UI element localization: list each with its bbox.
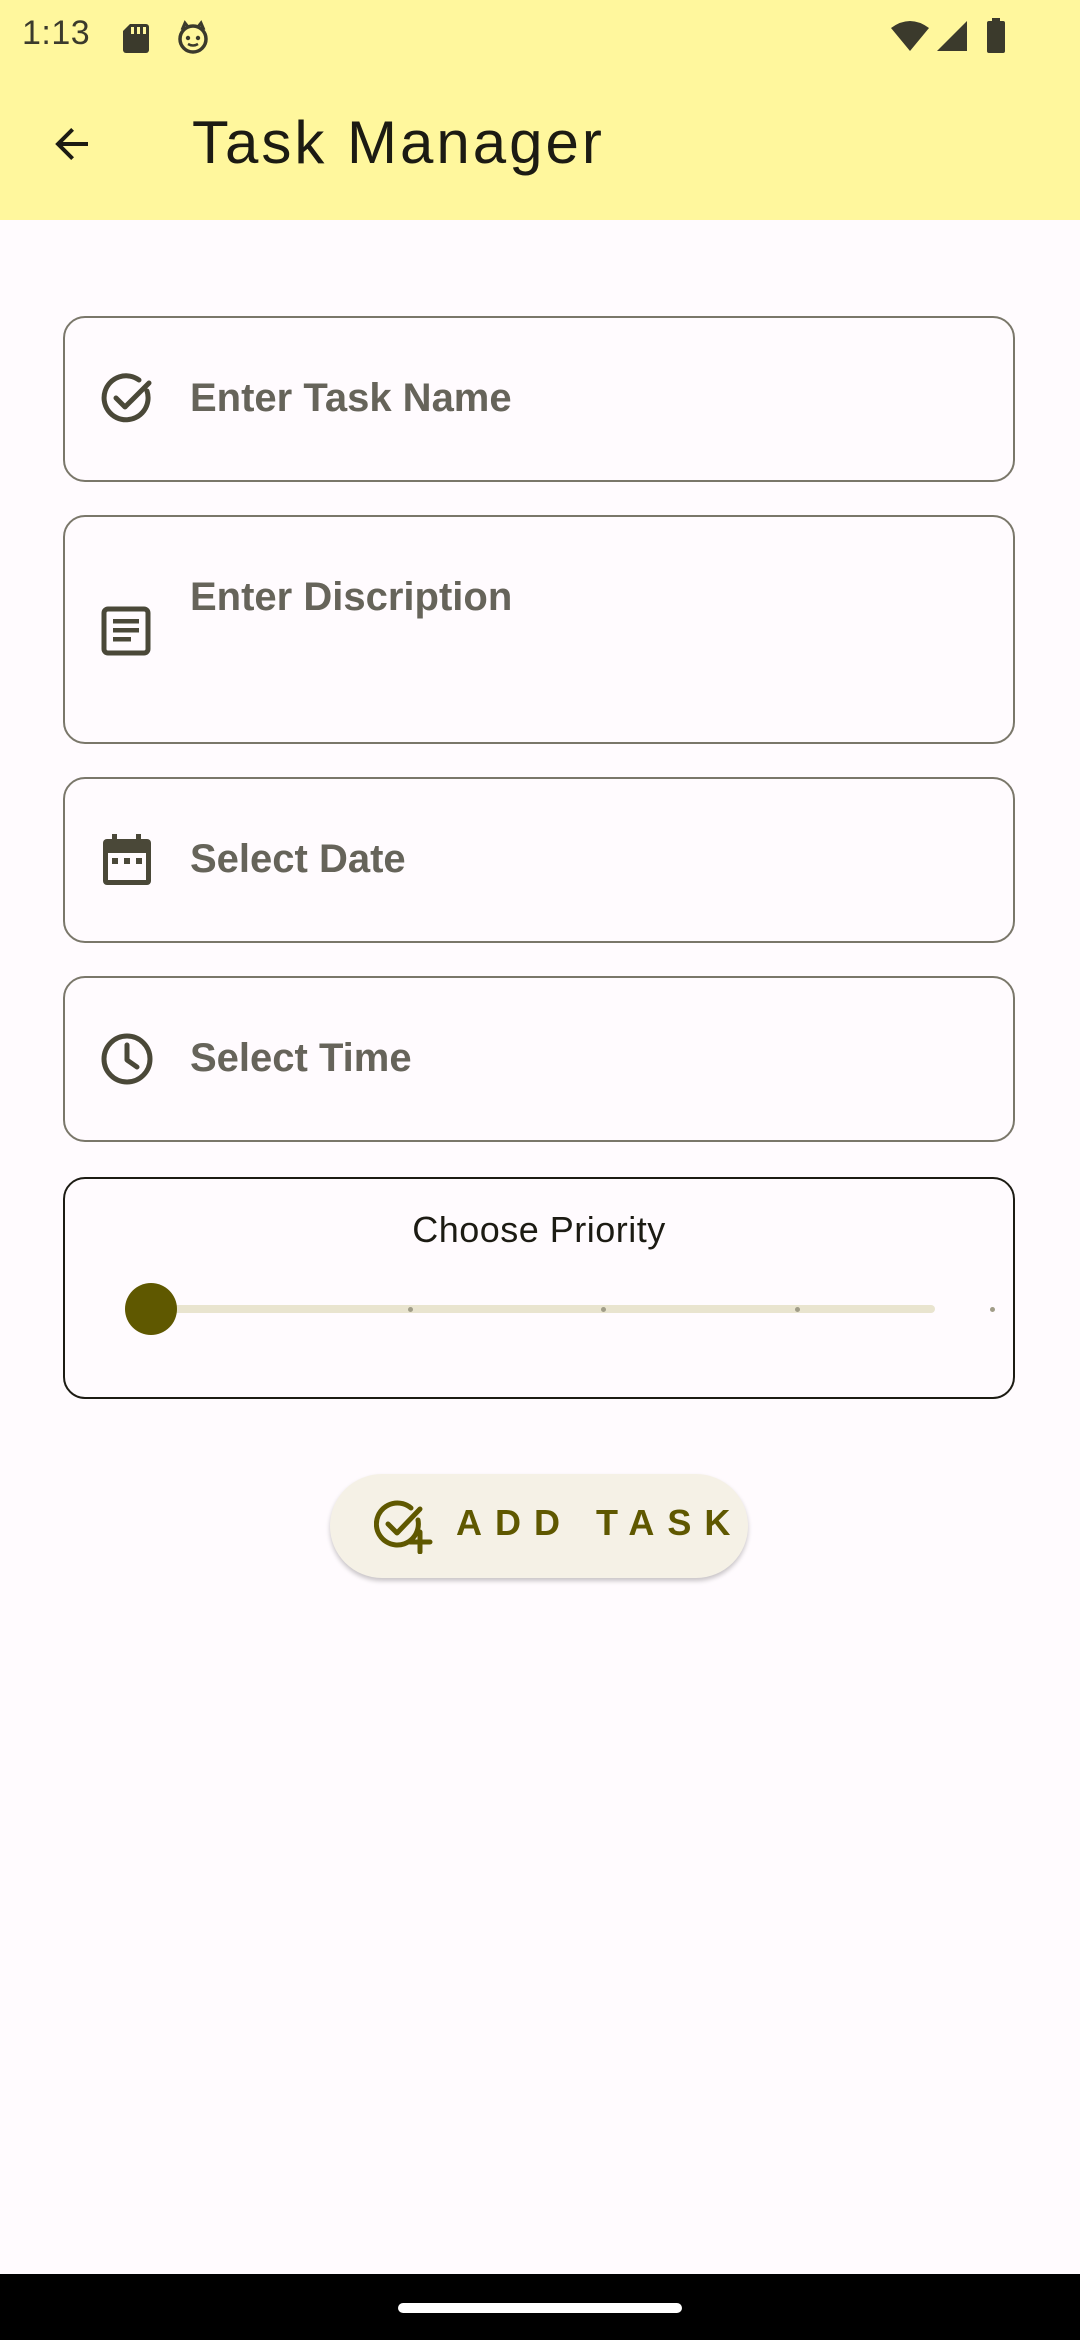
priority-slider[interactable] <box>125 1279 995 1339</box>
status-time: 1:13 <box>22 14 91 52</box>
check-circle-icon <box>99 371 155 427</box>
notes-icon <box>99 604 155 660</box>
sd-card-icon <box>122 22 150 59</box>
description-input[interactable]: Enter Discription <box>63 515 1015 744</box>
time-placeholder: Select Time <box>190 1036 412 1080</box>
date-placeholder: Select Date <box>190 837 406 881</box>
slider-tick <box>408 1307 413 1312</box>
arrow-back-icon <box>48 120 96 173</box>
notification-face-icon <box>176 20 210 59</box>
description-placeholder: Enter Discription <box>190 575 513 619</box>
status-bar: 1:13 <box>0 0 1080 72</box>
slider-tick <box>795 1307 800 1312</box>
app-bar: Task Manager <box>0 72 1080 220</box>
wifi-icon <box>890 20 930 57</box>
slider-tick <box>990 1307 995 1312</box>
page-title: Task Manager <box>192 109 605 176</box>
battery-icon <box>986 18 1006 59</box>
signal-icon <box>936 20 968 57</box>
task-name-input[interactable]: Enter Task Name <box>63 316 1015 482</box>
task-manager-screen: 1:13 Task Manager Enter Task Name Enter … <box>0 0 1080 2340</box>
add-task-icon <box>373 1498 434 1555</box>
back-button[interactable] <box>32 106 112 186</box>
home-gesture-handle[interactable] <box>398 2303 682 2313</box>
navigation-bar <box>0 2274 1080 2340</box>
time-input[interactable]: Select Time <box>63 976 1015 1142</box>
slider-track[interactable] <box>149 1305 935 1313</box>
priority-label: Choose Priority <box>412 1209 666 1250</box>
priority-card: Choose Priority <box>63 1177 1015 1399</box>
add-task-button[interactable]: ADD TASK <box>330 1474 748 1578</box>
calendar-icon <box>99 833 155 889</box>
add-task-label: ADD TASK <box>456 1502 744 1543</box>
task-name-placeholder: Enter Task Name <box>190 376 512 420</box>
date-input[interactable]: Select Date <box>63 777 1015 943</box>
clock-icon <box>99 1031 155 1087</box>
slider-thumb[interactable] <box>125 1283 177 1335</box>
slider-tick <box>601 1307 606 1312</box>
